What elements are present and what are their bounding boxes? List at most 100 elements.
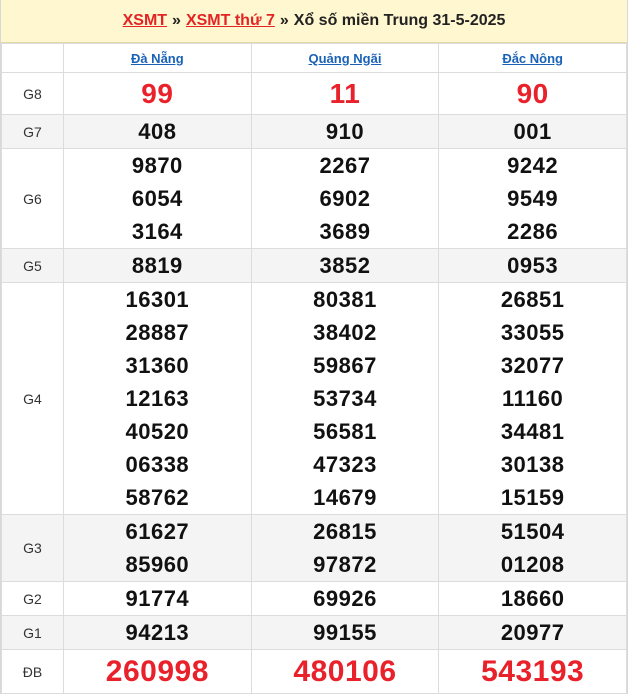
prize-number: 9242 [507, 153, 559, 178]
breadcrumb-link-xsmt-thu-7[interactable]: XSMT thứ 7 [186, 12, 275, 30]
province-link-da-nang[interactable]: Đà Nẵng [131, 51, 184, 66]
prize-label: G2 [1, 581, 64, 616]
prize-number: 26851 [500, 287, 565, 312]
prize-number: 99 [141, 78, 174, 109]
corner-cell [1, 43, 64, 73]
breadcrumb-separator: » [172, 12, 181, 29]
prize-cell: 543193 [438, 649, 627, 694]
prize-cell: 001 [438, 114, 627, 149]
prize-number: 38402 [313, 320, 377, 345]
prize-cell: 9242 9549 2286 [438, 148, 627, 249]
prize-cell: 260998 [63, 649, 252, 694]
prize-number: 06338 [125, 452, 190, 477]
prize-row-g5: G5 8819 3852 0953 [1, 248, 627, 283]
prize-number: 47323 [313, 452, 377, 477]
prize-cell: 20977 [438, 615, 627, 650]
prize-cell: 91774 [63, 581, 252, 616]
prize-number: 94213 [125, 620, 190, 645]
prize-number: 34481 [500, 419, 565, 444]
prize-row-g2: G2 91774 69926 18660 [1, 581, 627, 616]
prize-number: 408 [138, 119, 177, 144]
prize-cell: 0953 [438, 248, 627, 283]
prize-number: 11 [329, 78, 361, 109]
prize-number: 3852 [319, 253, 371, 278]
prize-number: 30138 [500, 452, 565, 477]
prize-cell: 90 [438, 72, 627, 115]
results-panel: XSMT » XSMT thứ 7 » Xổ số miền Trung 31-… [0, 0, 628, 694]
prize-number: 8819 [131, 253, 183, 278]
prize-cell: 99 [63, 72, 252, 115]
prize-number: 61627 [125, 519, 190, 544]
prize-number: 40520 [125, 419, 190, 444]
breadcrumb-separator: » [279, 12, 289, 29]
prize-number: 001 [513, 119, 552, 144]
prize-number: 910 [325, 119, 365, 144]
prize-label: G1 [1, 615, 64, 650]
prize-row-g4: G4 16301 28887 31360 12163 40520 06338 5… [1, 282, 627, 515]
special-prize-number: 480106 [293, 655, 397, 688]
page-title: Xổ số miền Trung 31-5-2025 [293, 12, 506, 29]
prize-cell: 80381 38402 59867 53734 56581 47323 1467… [250, 282, 440, 515]
prize-cell: 9870 6054 3164 [63, 148, 252, 249]
prize-label: G4 [1, 282, 64, 515]
prize-number: 90 [516, 78, 549, 109]
prize-number: 2286 [507, 219, 559, 244]
prize-cell: 3852 [250, 248, 440, 283]
prize-number: 11160 [502, 386, 564, 411]
prize-number: 58762 [125, 485, 190, 510]
prize-number: 99155 [313, 620, 377, 645]
prize-label: G3 [1, 514, 64, 582]
prize-cell: 69926 [250, 581, 440, 616]
prize-cell: 16301 28887 31360 12163 40520 06338 5876… [63, 282, 252, 515]
prize-number: 69926 [313, 586, 377, 611]
prize-number: 32077 [500, 353, 565, 378]
prize-cell: 61627 85960 [63, 514, 252, 582]
province-link-quang-ngai[interactable]: Quảng Ngãi [309, 51, 382, 66]
breadcrumb-link-xsmt[interactable]: XSMT [123, 12, 167, 30]
prize-number: 28887 [125, 320, 190, 345]
province-header: Đắc Nông [438, 43, 627, 73]
prize-number: 16301 [125, 287, 190, 312]
prize-number: 14679 [313, 485, 377, 510]
prize-label: G6 [1, 148, 64, 249]
prize-cell: 26815 97872 [250, 514, 440, 582]
prize-cell: 99155 [250, 615, 440, 650]
prize-cell: 51504 01208 [438, 514, 627, 582]
prize-number: 6902 [319, 186, 371, 211]
prize-number: 33055 [500, 320, 565, 345]
province-header-row: Đà Nẵng Quảng Ngãi Đắc Nông [1, 43, 627, 73]
prize-label: G5 [1, 248, 64, 283]
prize-number: 91774 [125, 586, 190, 611]
prize-cell: 11 [250, 72, 440, 115]
prize-label: ĐB [1, 649, 64, 694]
prize-cell: 8819 [63, 248, 252, 283]
prize-cell: 18660 [438, 581, 627, 616]
prize-number: 9549 [507, 186, 559, 211]
prize-number: 15159 [500, 485, 565, 510]
prize-number: 0953 [507, 253, 559, 278]
prize-number: 01208 [500, 552, 565, 577]
prize-label: G8 [1, 72, 64, 115]
prize-number: 56581 [313, 419, 377, 444]
prize-row-g3: G3 61627 85960 26815 97872 51504 01208 [1, 514, 627, 582]
prize-row-g1: G1 94213 99155 20977 [1, 615, 627, 650]
prize-number: 6054 [131, 186, 183, 211]
prize-cell: 2267 6902 3689 [250, 148, 440, 249]
prize-number: 31360 [125, 353, 190, 378]
prize-number: 80381 [313, 287, 377, 312]
prize-number: 59867 [313, 353, 377, 378]
prize-cell: 26851 33055 32077 11160 34481 30138 1515… [438, 282, 627, 515]
prize-number: 9870 [131, 153, 183, 178]
prize-row-g7: G7 408 910 001 [1, 114, 627, 149]
province-link-dac-nong[interactable]: Đắc Nông [502, 51, 563, 66]
prize-number: 20977 [500, 620, 565, 645]
prize-number: 2267 [319, 153, 371, 178]
prize-cell: 480106 [250, 649, 440, 694]
prize-cell: 94213 [63, 615, 252, 650]
breadcrumb: XSMT » XSMT thứ 7 » Xổ số miền Trung 31-… [1, 0, 627, 43]
prize-number: 26815 [313, 519, 377, 544]
province-header: Quảng Ngãi [250, 43, 440, 73]
special-prize-number: 260998 [105, 655, 209, 688]
prize-number: 18660 [500, 586, 565, 611]
results-table: Đà Nẵng Quảng Ngãi Đắc Nông G8 99 11 90 … [1, 43, 627, 694]
